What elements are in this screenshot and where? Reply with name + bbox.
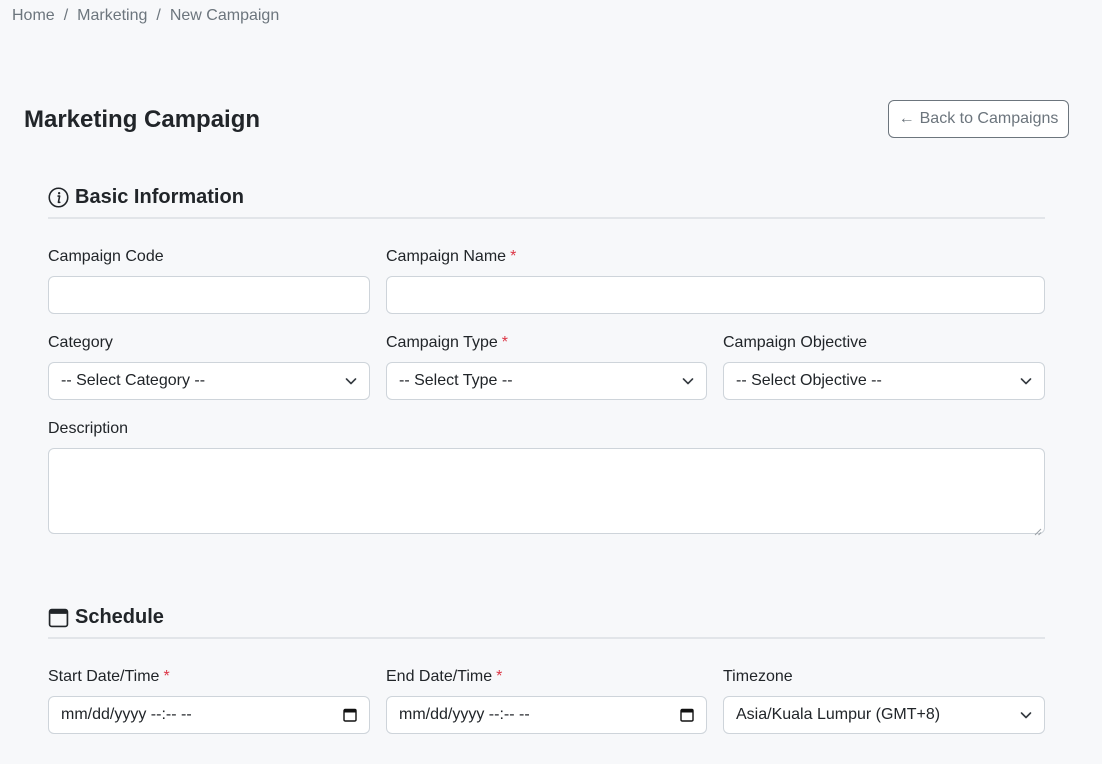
section-schedule: Schedule xyxy=(48,606,1045,639)
category-selected-value: -- Select Category -- xyxy=(61,372,206,389)
campaign-name-field[interactable] xyxy=(386,276,1045,314)
description-label: Description xyxy=(48,420,129,437)
campaign-code-field[interactable] xyxy=(48,276,370,314)
chevron-down-icon xyxy=(345,375,357,387)
start-datetime-label-text: Start Date/Time xyxy=(48,668,160,685)
description-textarea[interactable] xyxy=(48,448,1045,536)
calendar-picker-icon[interactable] xyxy=(343,708,357,722)
section-heading: Basic Information xyxy=(75,186,244,208)
campaign-objective-label: Campaign Objective xyxy=(723,334,868,351)
required-marker: * xyxy=(496,668,503,685)
breadcrumb-separator: / xyxy=(63,7,69,24)
breadcrumb-marketing[interactable]: Marketing xyxy=(77,7,147,25)
back-button-label: Back to Campaigns xyxy=(919,110,1059,127)
end-datetime-input[interactable]: mm/dd/yyyy --:-- -- xyxy=(386,696,707,734)
end-datetime-label-text: End Date/Time xyxy=(386,668,493,685)
campaign-type-label-text: Campaign Type xyxy=(386,334,498,351)
calendar-picker-icon[interactable] xyxy=(680,708,694,722)
resize-handle-icon[interactable] xyxy=(1034,523,1042,536)
start-datetime-input[interactable]: mm/dd/yyyy --:-- -- xyxy=(48,696,370,734)
end-datetime-placeholder: mm/dd/yyyy --:-- -- xyxy=(399,706,530,723)
campaign-type-label: Campaign Type * xyxy=(386,334,508,352)
start-datetime-placeholder: mm/dd/yyyy --:-- -- xyxy=(61,706,192,723)
campaign-type-select[interactable]: -- Select Type -- xyxy=(386,362,707,400)
campaign-code-label: Campaign Code xyxy=(48,248,164,265)
chevron-down-icon xyxy=(1020,709,1032,721)
required-marker: * xyxy=(510,248,517,265)
required-marker: * xyxy=(501,334,509,351)
calendar-icon xyxy=(48,607,69,628)
info-circle-icon xyxy=(48,187,69,208)
timezone-label: Timezone xyxy=(723,668,793,685)
breadcrumb-separator: / xyxy=(156,7,161,24)
page-title: Marketing Campaign xyxy=(24,106,261,133)
back-to-campaigns-button[interactable]: ← Back to Campaigns xyxy=(888,100,1069,138)
timezone-select[interactable]: Asia/Kuala Lumpur (GMT+8) xyxy=(723,696,1045,734)
campaign-name-input[interactable] xyxy=(399,277,1032,313)
required-marker: * xyxy=(163,668,170,685)
campaign-code-input[interactable] xyxy=(61,277,357,313)
chevron-down-icon xyxy=(1020,375,1032,387)
breadcrumb-current: New Campaign xyxy=(169,7,280,24)
arrow-left-icon: ← xyxy=(898,110,915,127)
chevron-down-icon xyxy=(682,375,694,387)
start-datetime-label: Start Date/Time * xyxy=(48,668,170,686)
breadcrumb: Home / Marketing / New Campaign xyxy=(12,7,279,25)
campaign-type-selected-value: -- Select Type -- xyxy=(399,372,513,389)
breadcrumb-home[interactable]: Home xyxy=(12,7,55,25)
category-select[interactable]: -- Select Category -- xyxy=(48,362,370,400)
timezone-selected-value: Asia/Kuala Lumpur (GMT+8) xyxy=(736,706,941,723)
category-label: Category xyxy=(48,334,113,351)
campaign-name-label-text: Campaign Name xyxy=(386,248,507,265)
campaign-objective-selected-value: -- Select Objective -- xyxy=(736,372,882,389)
section-heading: Schedule xyxy=(75,606,164,628)
end-datetime-label: End Date/Time * xyxy=(386,668,502,686)
campaign-name-label: Campaign Name * xyxy=(386,248,516,266)
section-basic-information: Basic Information xyxy=(48,186,1045,219)
campaign-objective-select[interactable]: -- Select Objective -- xyxy=(723,362,1045,400)
